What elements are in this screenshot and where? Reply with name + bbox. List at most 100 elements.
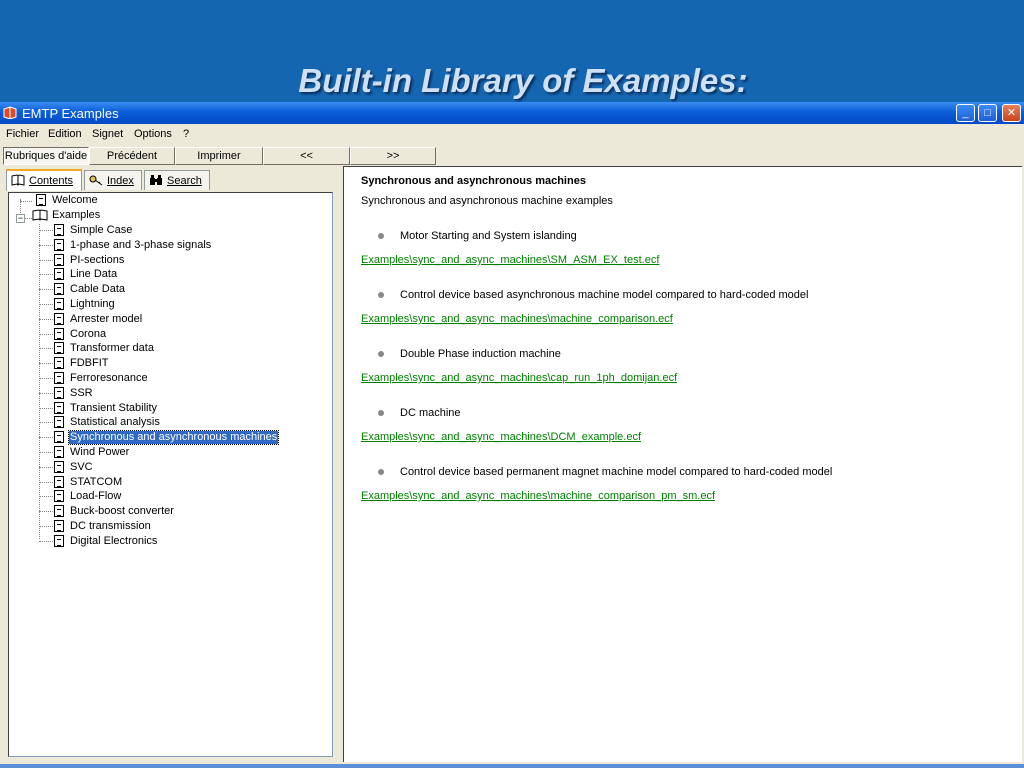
index-key-icon bbox=[89, 175, 103, 186]
tree-item-label: Welcome bbox=[52, 194, 98, 206]
document-icon bbox=[54, 416, 64, 428]
tree-item-label: Arrester model bbox=[70, 313, 143, 325]
tree-item-label: Simple Case bbox=[70, 224, 133, 236]
tree-connector bbox=[39, 224, 40, 539]
example-description: Double Phase induction machine bbox=[378, 348, 561, 360]
collapse-toggle[interactable]: − bbox=[16, 214, 25, 223]
example-file-link[interactable]: Examples\sync_and_async_machines\machine… bbox=[361, 490, 715, 502]
tree-connector bbox=[39, 437, 53, 438]
tree-connector bbox=[39, 334, 53, 335]
tree-item-label: Synchronous and asynchronous machines bbox=[67, 430, 280, 445]
document-icon bbox=[54, 313, 64, 325]
tree-connector bbox=[39, 422, 53, 423]
tree-connector bbox=[39, 363, 53, 364]
previous-topic-button[interactable]: << bbox=[263, 147, 350, 165]
help-book-icon bbox=[3, 106, 17, 119]
document-icon bbox=[54, 505, 64, 517]
document-icon bbox=[54, 431, 64, 443]
tree-connector bbox=[39, 304, 53, 305]
menu-options[interactable]: Options bbox=[134, 128, 172, 140]
tree-item-label: Ferroresonance bbox=[70, 372, 148, 384]
tree-item-label: SVC bbox=[70, 461, 93, 473]
document-icon bbox=[54, 446, 64, 458]
document-icon bbox=[54, 461, 64, 473]
tree-item-label: SSR bbox=[70, 387, 93, 399]
menu-signet[interactable]: Signet bbox=[92, 128, 123, 140]
navigation-pane: Contents Index Search Welcome − Examples… bbox=[3, 166, 339, 762]
document-icon bbox=[54, 268, 64, 280]
example-description: Control device based asynchronous machin… bbox=[377, 289, 809, 301]
document-icon bbox=[54, 328, 64, 340]
tree-item-label: Buck-boost converter bbox=[70, 505, 174, 517]
tree-connector bbox=[39, 274, 53, 275]
document-icon bbox=[54, 476, 64, 488]
tree-connector bbox=[39, 511, 53, 512]
document-icon bbox=[54, 402, 64, 414]
help-topics-button[interactable]: Rubriques d'aide bbox=[3, 147, 89, 165]
tree-connector bbox=[39, 482, 53, 483]
document-icon bbox=[54, 357, 64, 369]
minimize-button[interactable]: _ bbox=[956, 104, 975, 122]
window-titlebar[interactable]: EMTP Examples _ □ ✕ bbox=[0, 102, 1024, 124]
contents-tree[interactable]: Welcome − Examples Simple Case 1-phase an… bbox=[8, 192, 333, 757]
tree-item-label: Lightning bbox=[70, 298, 115, 310]
tree-item-label: Transient Stability bbox=[70, 402, 158, 414]
document-icon bbox=[36, 194, 46, 206]
tab-search[interactable]: Search bbox=[144, 170, 210, 190]
tree-connector bbox=[39, 260, 53, 261]
open-book-icon bbox=[32, 209, 48, 221]
help-toolbar: Rubriques d'aide Précédent Imprimer << >… bbox=[0, 146, 1024, 166]
tab-search-label: Search bbox=[167, 175, 202, 187]
menu-help[interactable]: ? bbox=[183, 128, 189, 140]
tree-connector bbox=[39, 319, 53, 320]
print-button[interactable]: Imprimer bbox=[175, 147, 263, 165]
tree-connector bbox=[39, 378, 53, 379]
tab-index[interactable]: Index bbox=[84, 170, 142, 190]
topic-heading: Synchronous and asynchronous machines bbox=[361, 175, 586, 187]
emtp-examples-window: EMTP Examples _ □ ✕ Fichier Edition Sign… bbox=[0, 102, 1024, 764]
menu-edition[interactable]: Edition bbox=[48, 128, 82, 140]
book-icon bbox=[11, 174, 25, 186]
tree-item-label: Digital Electronics bbox=[70, 535, 158, 547]
document-icon bbox=[54, 520, 64, 532]
close-button[interactable]: ✕ bbox=[1002, 104, 1021, 122]
tree-item-label: Statistical analysis bbox=[70, 416, 160, 428]
document-icon bbox=[54, 372, 64, 384]
tree-connector bbox=[25, 218, 32, 219]
menu-fichier[interactable]: Fichier bbox=[6, 128, 39, 140]
document-icon bbox=[54, 224, 64, 236]
tab-contents-label: Contents bbox=[29, 175, 74, 187]
tree-connector bbox=[39, 245, 53, 246]
tree-connector bbox=[39, 393, 53, 394]
topic-subheading: Synchronous and asynchronous machine exa… bbox=[361, 195, 613, 207]
example-file-link[interactable]: Examples\sync_and_async_machines\SM_ASM_… bbox=[361, 254, 659, 266]
tree-connector bbox=[39, 452, 53, 453]
document-icon bbox=[54, 387, 64, 399]
tree-connector bbox=[39, 496, 53, 497]
example-description: Motor Starting and System islanding bbox=[378, 230, 577, 242]
bottom-strip bbox=[0, 764, 1024, 768]
tab-contents[interactable]: Contents bbox=[6, 169, 82, 191]
topic-pane: Synchronous and asynchronous machines Sy… bbox=[343, 166, 1022, 762]
example-file-link[interactable]: Examples\sync_and_async_machines\machine… bbox=[361, 313, 673, 325]
tree-item-label: Cable Data bbox=[70, 283, 126, 295]
document-icon bbox=[54, 535, 64, 547]
tree-item-label: 1-phase and 3-phase signals bbox=[70, 239, 212, 251]
tree-item-label: FDBFIT bbox=[70, 357, 109, 369]
maximize-button[interactable]: □ bbox=[978, 104, 997, 122]
example-file-link[interactable]: Examples\sync_and_async_machines\DCM_exa… bbox=[361, 431, 641, 443]
tree-item-label: Wind Power bbox=[70, 446, 130, 458]
menu-bar: Fichier Edition Signet Options ? bbox=[0, 124, 1024, 145]
example-description: DC machine bbox=[378, 407, 461, 419]
window-title: EMTP Examples bbox=[22, 106, 119, 121]
back-button[interactable]: Précédent bbox=[89, 147, 175, 165]
tree-connector bbox=[39, 289, 53, 290]
next-topic-button[interactable]: >> bbox=[350, 147, 436, 165]
tree-connector bbox=[39, 467, 53, 468]
document-icon bbox=[54, 254, 64, 266]
tree-item-label: Examples bbox=[52, 209, 101, 221]
document-icon bbox=[54, 298, 64, 310]
tree-connector bbox=[39, 408, 53, 409]
tree-item-label: DC transmission bbox=[70, 520, 151, 532]
example-file-link[interactable]: Examples\sync_and_async_machines\cap_run… bbox=[361, 372, 677, 384]
